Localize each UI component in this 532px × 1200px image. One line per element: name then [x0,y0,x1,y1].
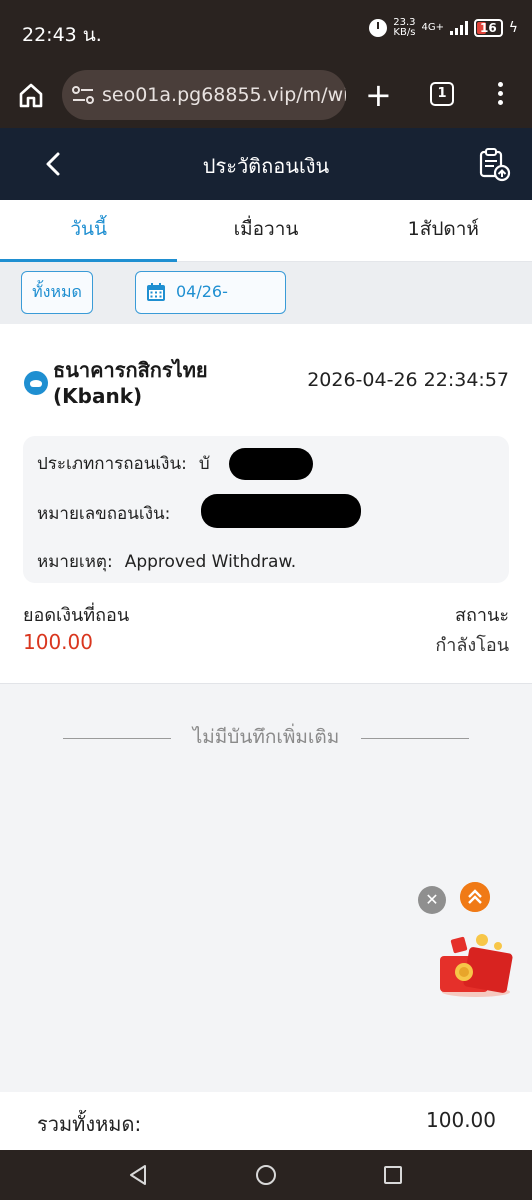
new-tab-plus-icon[interactable]: + [365,79,392,111]
close-float-button[interactable]: ✕ [418,886,446,914]
withdraw-type-label: ประเภทการถอนเงิน: [37,454,187,474]
network-speed-unit: KB/s [393,27,416,38]
total-label: รวมทั้งหมด: [37,1112,142,1136]
record-details: ประเภทการถอนเงิน:บัาร หมายเลขถอนเงิน: หม… [23,436,509,583]
site-settings-icon[interactable] [72,86,94,104]
note-value: Approved Withdraw. [124,552,297,572]
nav-back-icon[interactable] [128,1164,148,1186]
date-range-picker[interactable]: 04/26- 04/26 [135,271,286,341]
nav-recents-icon[interactable] [384,1166,402,1184]
page-title: ประวัติถอนเงิน [202,154,330,178]
network-speed: 23.3 KB/s [393,18,415,38]
charging-icon: ϟ [508,20,518,36]
filter-all-button[interactable]: ทั้งหมด [21,271,93,314]
status-label: สถานะ [455,605,509,626]
tab-one-week[interactable]: 1สัปดาห์ [355,200,532,261]
no-more-records-text: ไม่มีบันทึกเพิ่มเติม [192,726,340,748]
withdrawal-record-card[interactable]: ธนาคารกสิกรไทย (Kbank) 2026-04-26 22:34:… [0,324,532,684]
total-value: 100.00 [426,1108,496,1132]
browser-menu-icon[interactable] [498,82,504,106]
url-text: seo01a.pg68855.vip/m/wi [102,84,346,106]
bank-logo-icon [24,371,48,395]
status-indicators: 23.3 KB/s 4G+ 16 ϟ [369,18,518,38]
battery-icon: 16 [474,19,503,37]
red-envelope-promo-icon[interactable] [436,928,516,998]
filter-row: ทั้งหมด 04/26- 04/26 [0,262,532,341]
calendar-icon [147,283,165,301]
tab-yesterday[interactable]: เมื่อวาน [177,200,354,261]
withdraw-account-label: หมายเลขถอนเงิน: [37,504,171,524]
amount-value: 100.00 [23,630,93,654]
app-header: ประวัติถอนเงิน [0,128,532,200]
divider-line-right [361,738,469,739]
nav-home-icon[interactable] [256,1165,276,1185]
total-bar: รวมทั้งหมด: 100.00 [0,1092,532,1150]
home-icon[interactable] [18,82,44,108]
signal-bars-icon [450,21,469,35]
withdraw-account-row: หมายเลขถอนเงิน: [37,500,170,527]
withdraw-type-value-start: บั [198,454,210,474]
scroll-top-icon[interactable] [460,882,490,912]
network-type: 4G+ [421,22,445,33]
date-range-tabs: วันนี้ เมื่อวาน 1สัปดาห์ [0,200,532,262]
battery-level: 16 [480,21,497,35]
note-row: หมายเหตุ: Approved Withdraw. [37,548,296,575]
status-value: กำลังโอน [435,635,509,656]
amount-label: ยอดเงินที่ถอน [23,605,130,626]
redacted-block [229,448,313,480]
tab-switcher-button[interactable]: 1 [430,82,454,106]
system-navigation-bar [0,1150,532,1200]
status-time: 22:43 น. [22,24,102,46]
note-label: หมายเหตุ: [37,552,113,572]
clipboard-upload-icon[interactable] [476,146,512,182]
tab-today[interactable]: วันนี้ [0,200,178,262]
redacted-account-number [201,494,361,528]
record-datetime: 2026-04-26 22:34:57 [307,369,509,391]
tab-count: 1 [437,86,447,101]
address-bar[interactable]: seo01a.pg68855.vip/m/wi [62,70,346,120]
status-bar: 22:43 น. 23.3 KB/s 4G+ 16 ϟ [0,0,532,62]
bank-name: ธนาคารกสิกรไทย (Kbank) [53,358,208,408]
alarm-clock-icon [369,19,388,37]
